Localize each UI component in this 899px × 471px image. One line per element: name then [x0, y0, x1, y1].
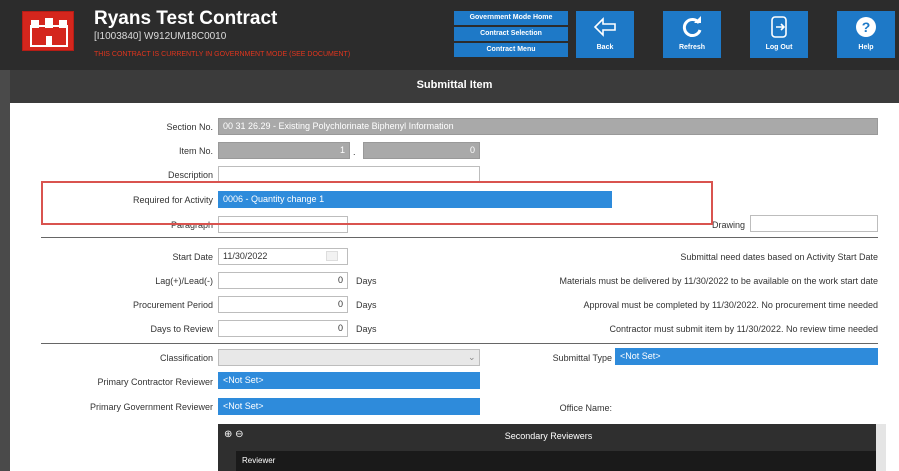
- approval-note: Approval must be completed by 11/30/2022…: [583, 300, 878, 310]
- contract-selection-button[interactable]: Contract Selection: [454, 27, 568, 41]
- item-no-field[interactable]: 1: [218, 142, 350, 159]
- item-separator: .: [353, 147, 356, 157]
- help-label: Help: [858, 44, 874, 51]
- log-out-label: Log Out: [765, 44, 793, 51]
- primary-government-reviewer-select[interactable]: <Not Set>: [218, 398, 480, 415]
- start-date-label: Start Date: [172, 252, 213, 262]
- description-label: Description: [167, 170, 213, 180]
- primary-contractor-reviewer-select[interactable]: <Not Set>: [218, 372, 480, 389]
- contract-title: Ryans Test Contract: [94, 8, 278, 29]
- logout-icon: [771, 16, 787, 38]
- mode-warning: THIS CONTRACT IS CURRENTLY IN GOVERNMENT…: [94, 51, 351, 58]
- secondary-reviewers-panel: ⊕ ⊖ Secondary Reviewers Reviewer: [218, 424, 879, 471]
- office-name-label: Office Name:: [559, 403, 612, 413]
- back-button[interactable]: Back: [576, 11, 634, 58]
- days-to-review-field[interactable]: 0: [218, 320, 348, 337]
- highlight-box: [41, 181, 713, 225]
- refresh-label: Refresh: [678, 44, 706, 51]
- reviewer-column-header[interactable]: Reviewer: [236, 451, 876, 471]
- days-to-review-label: Days to Review: [150, 324, 213, 334]
- drawing-field[interactable]: [750, 215, 878, 232]
- submittal-type-select[interactable]: <Not Set>: [615, 348, 878, 365]
- help-button[interactable]: ? Help: [837, 11, 895, 58]
- review-days-unit: Days: [356, 324, 377, 334]
- secondary-reviewers-title: Secondary Reviewers: [504, 431, 593, 441]
- refresh-icon: [682, 16, 702, 37]
- contract-id: [I1003840] W912UM18C0010: [94, 31, 227, 42]
- primary-contractor-reviewer-label: Primary Contractor Reviewer: [97, 377, 213, 387]
- back-arrow-icon: [593, 17, 616, 37]
- item-sub-field[interactable]: 0: [363, 142, 480, 159]
- section-no-label: Section No.: [166, 122, 213, 132]
- scrollbar[interactable]: [876, 424, 886, 471]
- nav-links: Government Mode Home Contract Selection …: [454, 11, 568, 59]
- contract-menu-button[interactable]: Contract Menu: [454, 43, 568, 57]
- help-icon: ?: [856, 17, 876, 37]
- back-label: Back: [596, 44, 614, 51]
- calendar-icon[interactable]: [326, 251, 338, 261]
- procurement-period-field[interactable]: 0: [218, 296, 348, 313]
- lag-field[interactable]: 0: [218, 272, 348, 289]
- divider: [41, 237, 878, 238]
- app-header: Ryans Test Contract [I1003840] W912UM18C…: [0, 0, 899, 70]
- divider: [41, 343, 878, 344]
- procurement-days-unit: Days: [356, 300, 377, 310]
- refresh-button[interactable]: Refresh: [663, 11, 721, 58]
- lag-label: Lag(+)/Lead(-): [155, 276, 213, 286]
- lag-days-unit: Days: [356, 276, 377, 286]
- classification-select[interactable]: [218, 349, 480, 366]
- item-no-label: Item No.: [178, 146, 213, 156]
- primary-government-reviewer-label: Primary Government Reviewer: [89, 402, 213, 412]
- section-bar: Submittal Item: [10, 70, 899, 103]
- submittal-type-label: Submittal Type: [552, 353, 612, 363]
- procurement-period-label: Procurement Period: [132, 300, 213, 310]
- need-date-note: Submittal need dates based on Activity S…: [680, 252, 878, 262]
- classification-label: Classification: [159, 353, 213, 363]
- delivery-note: Materials must be delivered by 11/30/202…: [559, 276, 878, 286]
- svg-text:?: ?: [862, 19, 871, 35]
- chevron-down-icon[interactable]: ⌄: [468, 352, 476, 363]
- submit-note: Contractor must submit item by 11/30/202…: [609, 324, 878, 334]
- log-out-button[interactable]: Log Out: [750, 11, 808, 58]
- government-mode-home-button[interactable]: Government Mode Home: [454, 11, 568, 25]
- left-sidebar-strip: [0, 70, 10, 471]
- section-no-field[interactable]: 00 31 26.29 - Existing Polychlorinate Bi…: [218, 118, 878, 135]
- page-title: Submittal Item: [416, 79, 493, 91]
- castle-logo-icon: [22, 11, 74, 51]
